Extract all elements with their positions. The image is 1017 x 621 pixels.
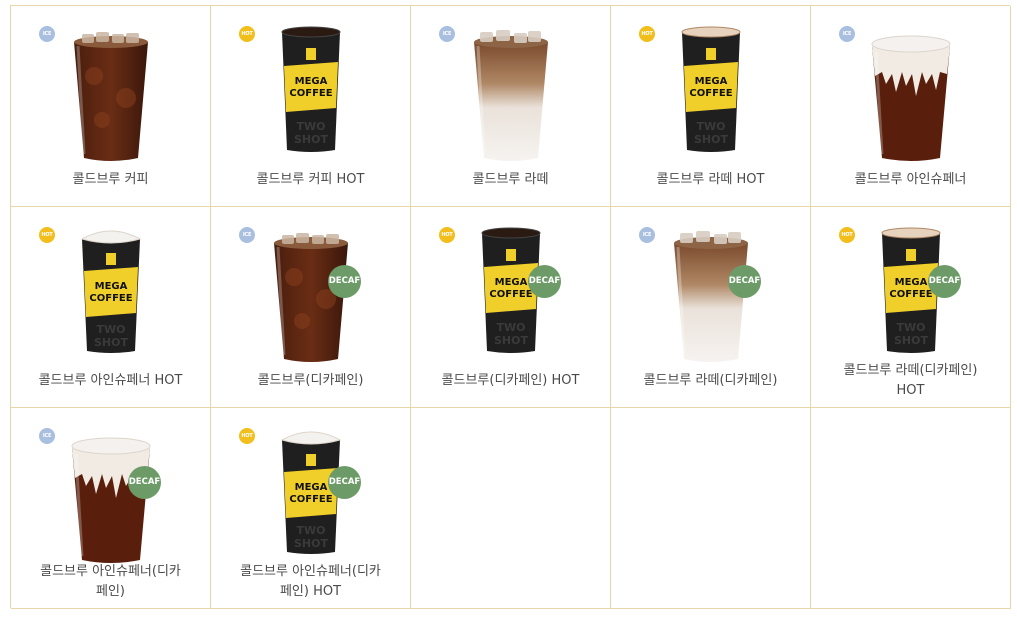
product-card[interactable]: HOT MEGA COFFEE TWO SHOT 콜드브루 라떼 HOT	[611, 6, 811, 207]
product-name[interactable]: 콜드브루 라떼(디카페인)	[617, 371, 804, 391]
product-image[interactable]	[68, 26, 154, 168]
svg-text:TWO: TWO	[696, 120, 725, 133]
svg-text:COFFEE: COFFEE	[89, 293, 132, 304]
product-card[interactable]: ICE 콜드브루 커피	[11, 6, 211, 207]
product-name[interactable]: 콜드브루 커피 HOT	[217, 170, 404, 190]
menu-grid: ICE 콜드브루 커피 HOT MEGA COFFEE TWO SHOT 콜드브루…	[10, 5, 1011, 609]
product-name[interactable]: 콜드브루(디카페인) HOT	[417, 371, 604, 391]
product-name[interactable]: 콜드브루 라떼(디카페인) HOT	[817, 361, 1004, 401]
product-card[interactable]: ICE DECAF 콜드브루(디카페인)	[211, 207, 411, 408]
svg-text:TWO: TWO	[96, 323, 125, 336]
svg-text:SHOT: SHOT	[894, 334, 928, 347]
hot-badge: HOT	[639, 26, 655, 42]
empty-cell	[411, 408, 611, 609]
svg-text:TWO: TWO	[296, 120, 325, 133]
hot-badge: HOT	[239, 428, 255, 444]
svg-text:SHOT: SHOT	[294, 537, 328, 550]
product-name[interactable]: 콜드브루 라떼 HOT	[617, 170, 804, 190]
decaf-badge: DECAF	[928, 265, 961, 298]
iced-latte-icon	[473, 30, 548, 161]
ice-badge: ICE	[39, 428, 55, 444]
product-card[interactable]: HOT MEGA COFFEE TWO SHOT 콜드브루 커피 HOT	[211, 6, 411, 207]
product-card[interactable]: ICE 콜드브루 아인슈페너	[811, 6, 1011, 207]
svg-text:SHOT: SHOT	[94, 336, 128, 349]
product-name[interactable]: 콜드브루(디카페인)	[217, 371, 404, 391]
product-name[interactable]: 콜드브루 커피	[17, 170, 204, 190]
svg-text:MEGA: MEGA	[894, 277, 927, 288]
product-image[interactable]	[668, 227, 754, 369]
product-image[interactable]	[66, 428, 156, 570]
svg-text:MEGA: MEGA	[294, 76, 327, 87]
decaf-badge: DECAF	[328, 265, 361, 298]
decaf-badge: DECAF	[728, 265, 761, 298]
product-card[interactable]: HOT MEGA COFFEE TWO SHOT 콜드브루 아인슈페너 HOT	[11, 207, 211, 408]
iced-americano-icon	[73, 32, 148, 161]
product-card[interactable]: ICE DECAF 콜드브루 라떼(디카페인)	[611, 207, 811, 408]
svg-text:MEGA: MEGA	[294, 482, 327, 493]
ice-badge: ICE	[439, 26, 455, 42]
svg-text:SHOT: SHOT	[494, 334, 528, 347]
product-image[interactable]: MEGA COFFEE TWO SHOT	[679, 26, 743, 158]
product-image[interactable]	[866, 26, 956, 168]
decaf-badge: DECAF	[328, 466, 361, 499]
svg-text:MEGA: MEGA	[694, 76, 727, 87]
svg-text:COFFEE: COFFEE	[489, 289, 532, 300]
product-name[interactable]: 콜드브루 라떼	[417, 170, 604, 190]
iced-einspanner-icon	[871, 35, 950, 161]
product-name[interactable]: 콜드브루 아인슈페너	[817, 170, 1004, 190]
empty-cell	[811, 408, 1011, 609]
product-card[interactable]: HOT MEGA COFFEE TWO SHOT DECAF 콜드브루 라떼(디카…	[811, 207, 1011, 408]
svg-text:MEGA: MEGA	[94, 281, 127, 292]
product-card[interactable]: ICE 콜드브루 라떼	[411, 6, 611, 207]
decaf-badge: DECAF	[528, 265, 561, 298]
svg-text:TWO: TWO	[496, 321, 525, 334]
product-card[interactable]: ICE DECAF 콜드브루 아인슈페너(디카 페인)	[11, 408, 211, 609]
product-card[interactable]: HOT MEGA COFFEE TWO SHOT DECAF 콜드브루(디카페인)…	[411, 207, 611, 408]
svg-text:MEGA: MEGA	[494, 277, 527, 288]
svg-text:COFFEE: COFFEE	[689, 88, 732, 99]
product-image[interactable]	[268, 227, 354, 369]
svg-text:TWO: TWO	[896, 321, 925, 334]
product-name[interactable]: 콜드브루 아인슈페너(디카 페인) HOT	[217, 562, 404, 602]
svg-text:TWO: TWO	[296, 524, 325, 537]
hot-badge: HOT	[39, 227, 55, 243]
hot-badge: HOT	[839, 227, 855, 243]
decaf-badge: DECAF	[128, 466, 161, 499]
svg-text:SHOT: SHOT	[294, 133, 328, 146]
product-image[interactable]: MEGA COFFEE TWO SHOT	[79, 227, 143, 359]
product-image[interactable]	[468, 26, 554, 168]
svg-text:COFFEE: COFFEE	[289, 88, 332, 99]
ice-badge: ICE	[639, 227, 655, 243]
svg-text:COFFEE: COFFEE	[289, 494, 332, 505]
product-name[interactable]: 콜드브루 아인슈페너(디카 페인)	[17, 562, 204, 602]
hot-coffee-cup-icon: MEGA COFFEE TWO SHOT	[281, 26, 340, 152]
ice-badge: ICE	[239, 227, 255, 243]
hot-latte-cup-icon: MEGA COFFEE TWO SHOT	[681, 26, 740, 152]
product-card[interactable]: HOT MEGA COFFEE TWO SHOT DECAF 콜드브루 아인슈페너…	[211, 408, 411, 609]
ice-badge: ICE	[839, 26, 855, 42]
product-image[interactable]: MEGA COFFEE TWO SHOT	[279, 26, 343, 158]
product-name[interactable]: 콜드브루 아인슈페너 HOT	[17, 371, 204, 391]
empty-cell	[611, 408, 811, 609]
ice-badge: ICE	[39, 26, 55, 42]
svg-text:COFFEE: COFFEE	[889, 289, 932, 300]
hot-badge: HOT	[239, 26, 255, 42]
hot-cream-cup-icon: MEGA COFFEE TWO SHOT	[80, 230, 141, 353]
hot-badge: HOT	[439, 227, 455, 243]
svg-text:SHOT: SHOT	[694, 133, 728, 146]
